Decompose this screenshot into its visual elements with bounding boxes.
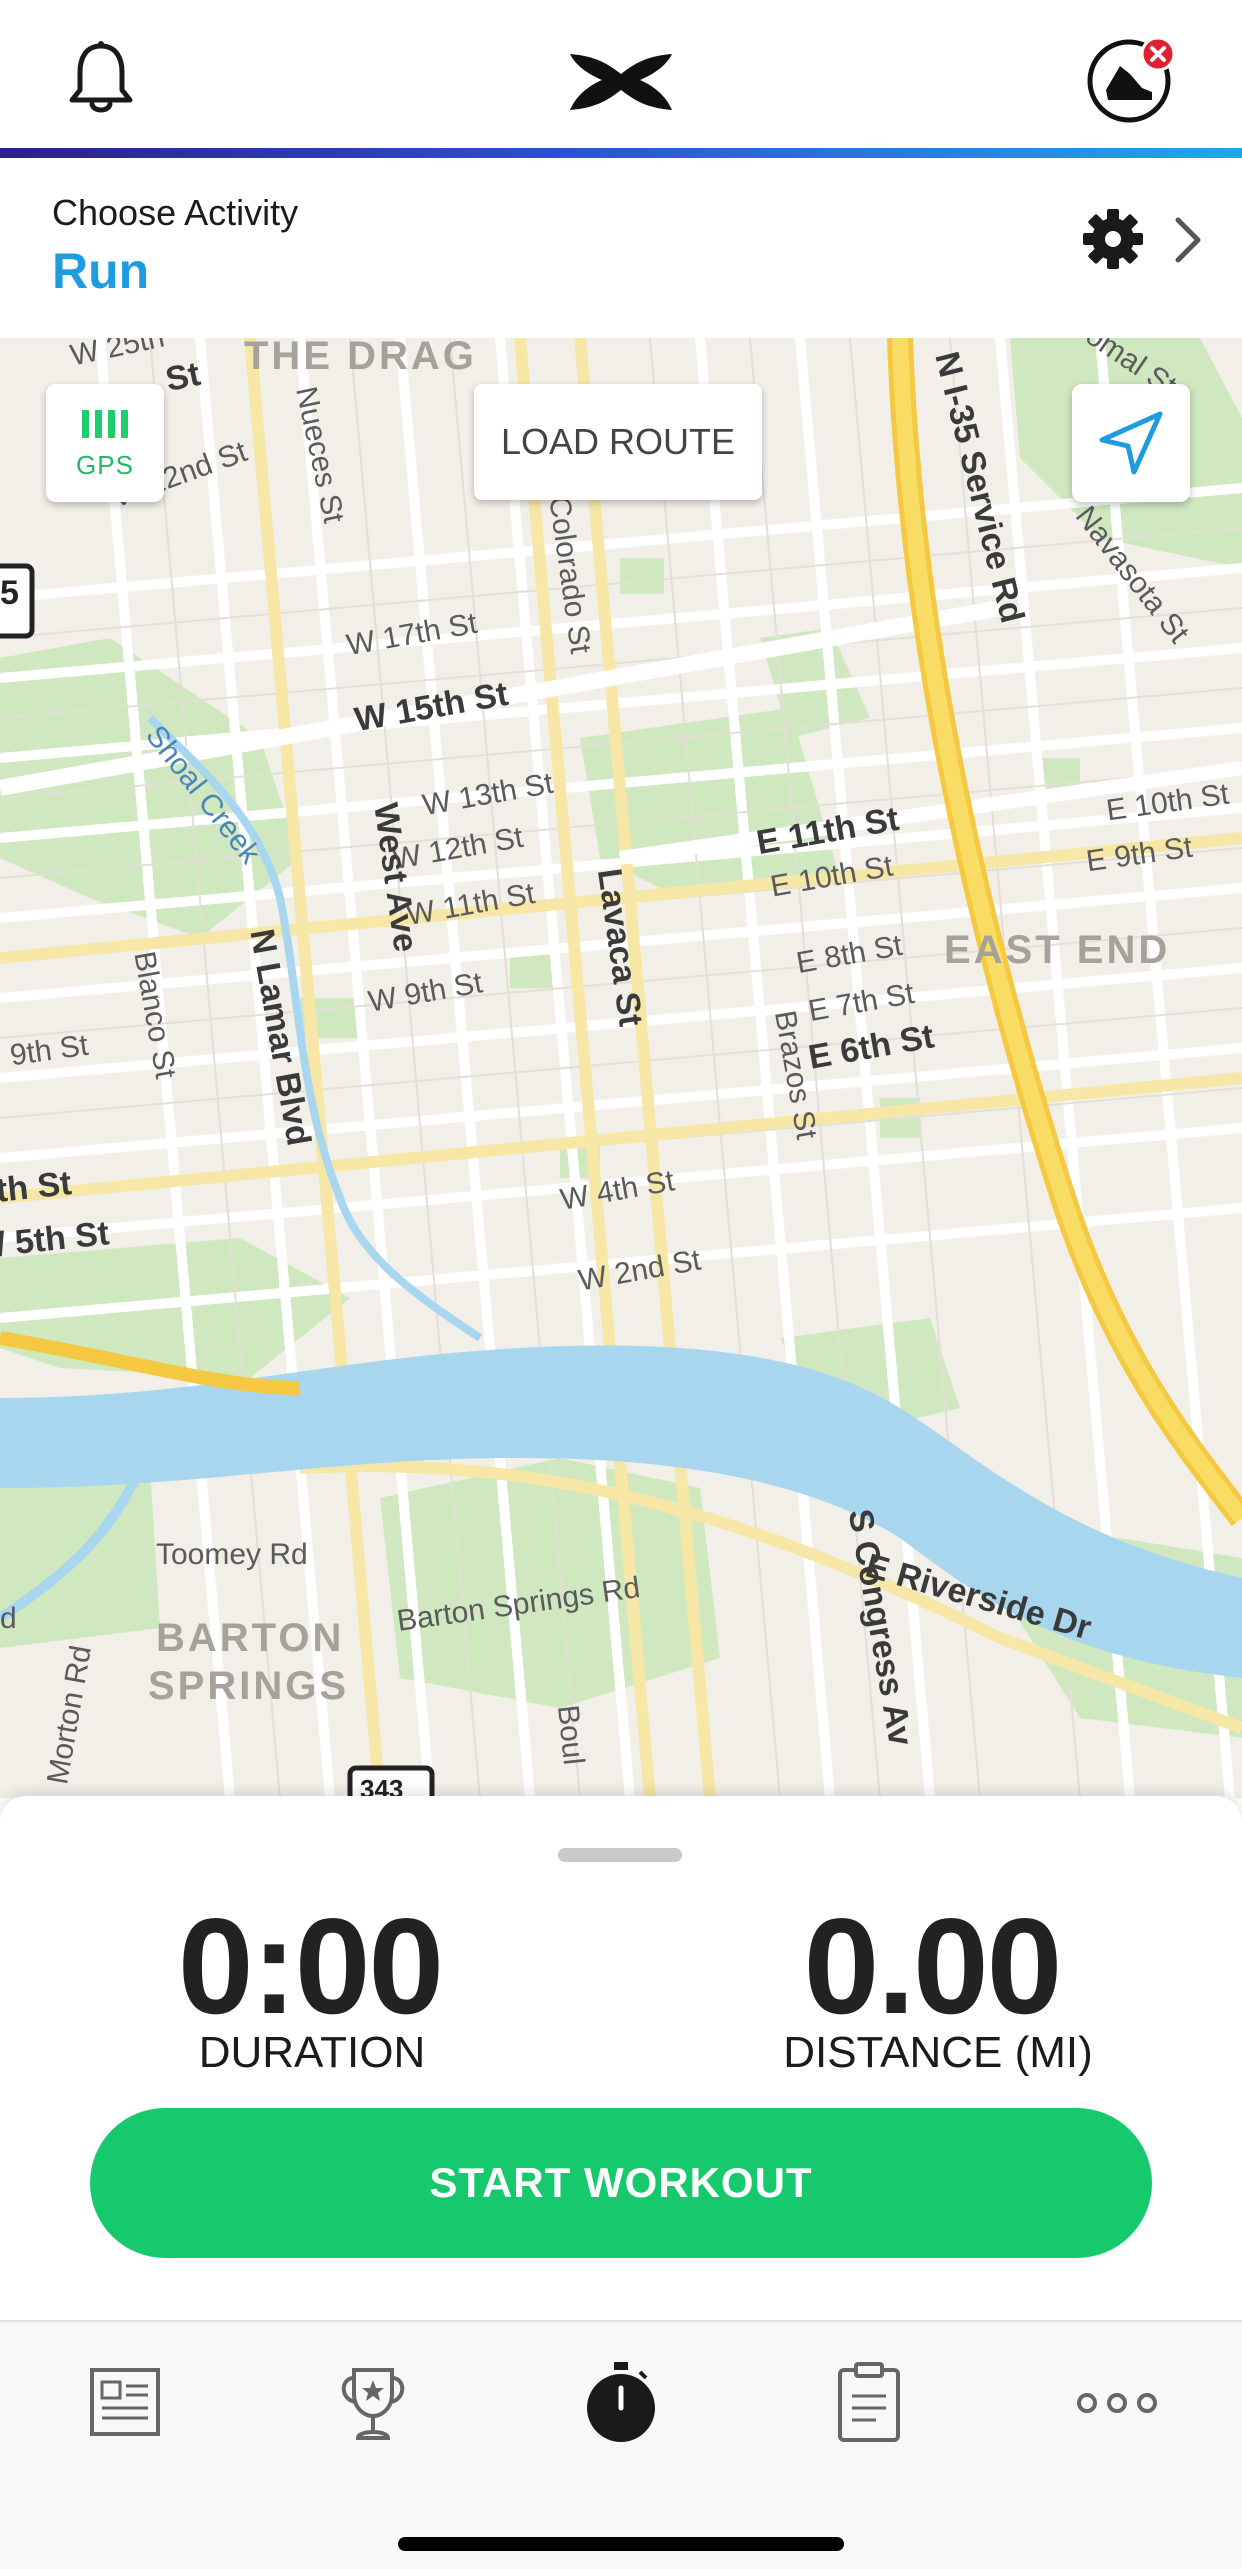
map-label-barton: BARTON (156, 1616, 345, 1660)
activity-value: Run (52, 243, 150, 299)
map-label-th-st: th St (0, 1164, 74, 1210)
stopwatch-icon[interactable] (576, 2358, 666, 2448)
map-label-springs: SPRINGS (148, 1664, 350, 1708)
duration-label: DURATION (198, 2028, 426, 2077)
top-bar (0, 0, 1242, 150)
gear-icon[interactable] (1082, 208, 1144, 270)
gps-status-button[interactable]: GPS (46, 384, 164, 502)
activity-label: Choose Activity (52, 192, 299, 233)
close-badge-icon (1140, 36, 1176, 72)
gps-label: GPS (76, 450, 134, 480)
map-label-toomey: Toomey Rd (156, 1538, 308, 1571)
map-label-shield-343: 343 (360, 1774, 404, 1798)
bell-icon[interactable] (66, 38, 136, 118)
map-label-shield-5: 5 (0, 574, 19, 612)
locate-me-button[interactable] (1072, 384, 1190, 502)
more-icon[interactable] (1072, 2358, 1162, 2448)
profile-shoe-button[interactable] (1086, 36, 1176, 124)
map-label-east-end: EAST END (944, 928, 1171, 972)
start-workout-button[interactable]: START WORKOUT (90, 2108, 1152, 2258)
duration-value: 0:00 (177, 1890, 444, 2042)
trophy-icon[interactable] (328, 2358, 418, 2448)
map-label-boulder: Boul (550, 1703, 591, 1767)
load-route-button[interactable]: LOAD ROUTE (474, 384, 762, 500)
distance-label: DISTANCE (MI) (783, 2028, 1093, 2077)
chevron-right-icon[interactable] (1170, 216, 1206, 264)
map-label-d-edge: d (0, 1602, 17, 1635)
gps-signal-icon (82, 410, 130, 438)
sheet-drag-handle[interactable] (558, 1848, 682, 1862)
workout-sheet: 0:00 DURATION 0.00 DISTANCE (MI) START W… (0, 1796, 1242, 2320)
feed-icon[interactable] (80, 2358, 170, 2448)
home-indicator[interactable] (398, 2537, 844, 2551)
clipboard-icon[interactable] (824, 2358, 914, 2448)
header-gradient-line (0, 148, 1242, 158)
activity-selector[interactable]: Choose Activity Run (0, 158, 1242, 338)
map-view[interactable]: THE DRAG W 25th St Nueces St W 22nd St C… (0, 338, 1242, 1798)
tab-bar (0, 2320, 1242, 2569)
under-armour-logo (570, 54, 672, 110)
navigation-arrow-icon (1099, 411, 1163, 475)
map-label-the-drag: THE DRAG (244, 338, 477, 378)
distance-value: 0.00 (803, 1890, 1063, 2042)
